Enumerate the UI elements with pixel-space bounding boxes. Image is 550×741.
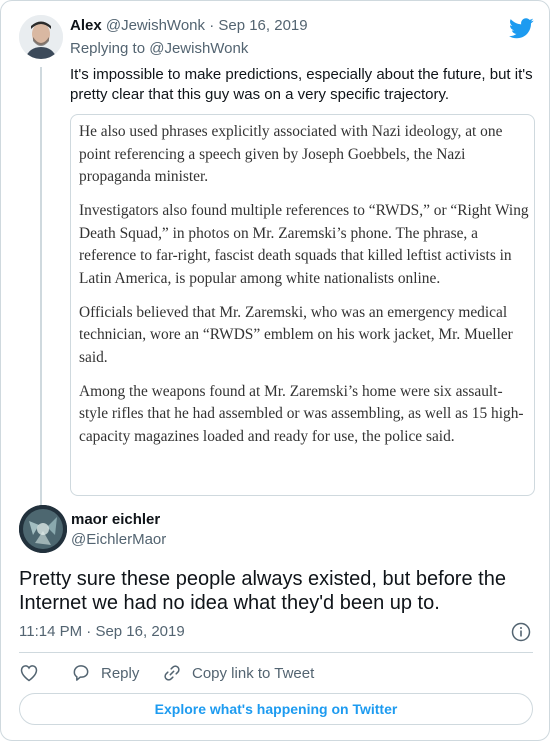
article-paragraph: Officials believed that Mr. Zaremski, wh… (79, 303, 513, 366)
twitter-bird-icon[interactable] (509, 18, 534, 39)
article-excerpt: He also used phrases explicitly associat… (79, 121, 529, 460)
explore-twitter-button[interactable]: Explore what's happening on Twitter (19, 693, 533, 725)
actions-divider (19, 652, 533, 653)
main-author-handle[interactable]: @EichlerMaor (71, 531, 166, 548)
parent-tweet-text: It's impossible to make predictions, esp… (70, 66, 533, 103)
tweet-date[interactable]: Sep 16, 2019 (95, 623, 184, 640)
parent-author-handle[interactable]: @JewishWonk (106, 17, 205, 34)
main-author-name[interactable]: maor eichler (71, 511, 160, 528)
like-button[interactable] (19, 661, 39, 685)
link-icon (164, 665, 180, 681)
parent-avatar[interactable] (19, 15, 63, 59)
main-tweet-text: Pretty sure these people always existed,… (19, 568, 506, 614)
heart-icon (20, 665, 38, 682)
parent-date[interactable]: Sep 16, 2019 (218, 17, 307, 34)
reply-label[interactable]: Reply (101, 665, 139, 682)
reply-button[interactable]: Reply (71, 661, 139, 685)
parent-header: Alex @JewishWonk · Sep 16, 2019 (70, 17, 308, 34)
article-paragraph: Investigators also found multiple refere… (79, 202, 529, 287)
info-icon[interactable] (511, 622, 531, 642)
article-paragraph: Among the weapons found at Mr. Zaremski’… (79, 382, 524, 445)
tweet-timestamp[interactable]: 11:14 PM · Sep 16, 2019 (19, 623, 185, 640)
parent-author-name[interactable]: Alex (70, 17, 102, 34)
replying-to[interactable]: Replying to @JewishWonk (70, 40, 248, 57)
reply-icon (73, 665, 89, 681)
tweet-time[interactable]: 11:14 PM (19, 623, 82, 640)
quoted-article-image[interactable]: He also used phrases explicitly associat… (70, 114, 535, 496)
copy-link-label[interactable]: Copy link to Tweet (192, 665, 314, 682)
thread-line (40, 67, 42, 505)
main-avatar[interactable] (19, 505, 67, 553)
timestamp-separator: · (86, 623, 92, 640)
tweet-embed-card: Alex @JewishWonk · Sep 16, 2019 Replying… (0, 0, 550, 741)
article-paragraph: He also used phrases explicitly associat… (79, 123, 503, 185)
copy-link-button[interactable]: Copy link to Tweet (162, 661, 314, 685)
parent-separator: · (209, 17, 215, 34)
